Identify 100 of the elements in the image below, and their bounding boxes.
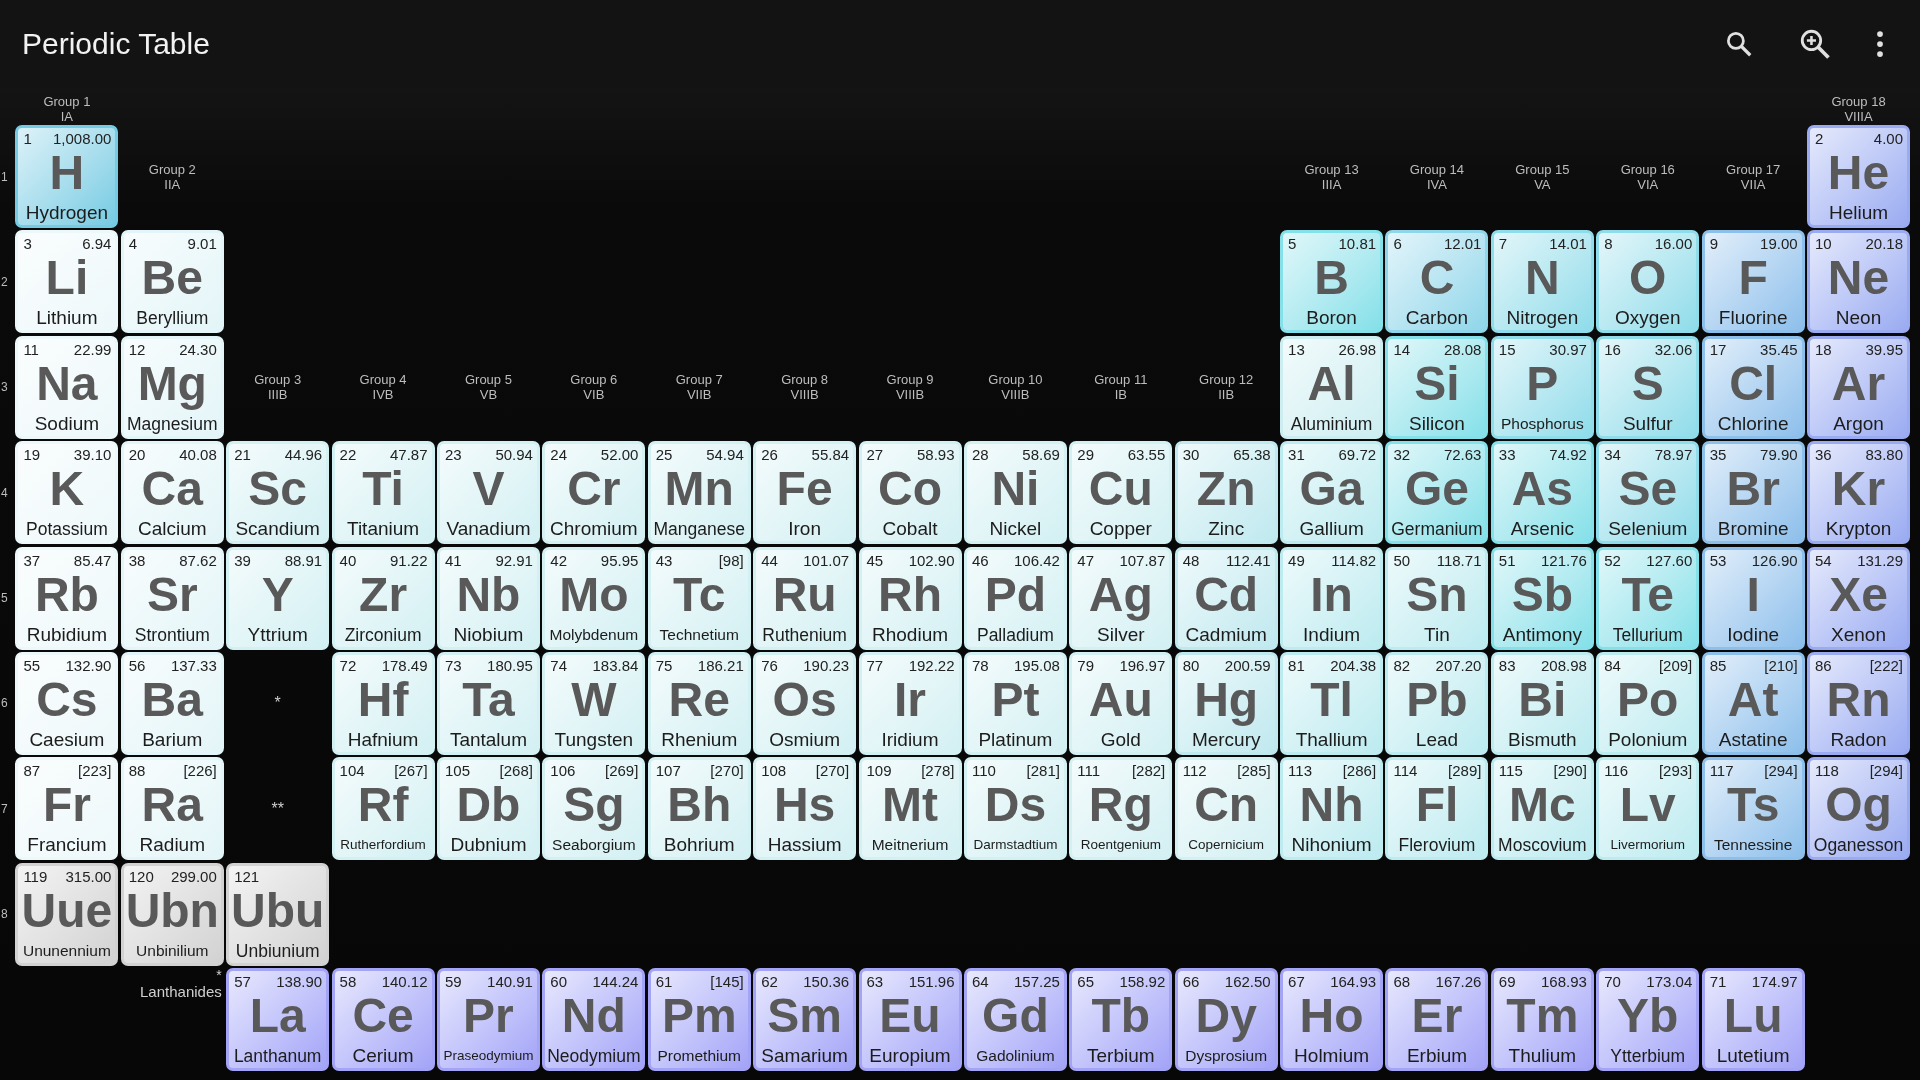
atomic-mass: 315.00: [65, 867, 112, 885]
element-symbol: Rg: [1088, 779, 1153, 832]
element-symbol: Br: [1726, 463, 1780, 516]
atomic-mass: 58.93: [916, 446, 955, 464]
element-name: Rutherfordium: [340, 836, 426, 855]
atomic-mass: 52.00: [600, 446, 639, 464]
element-symbol: Uue: [21, 884, 113, 937]
atomic-number: 20: [128, 446, 146, 464]
zoom-in-icon[interactable]: [1798, 27, 1832, 61]
group-label: Group 17: [1726, 161, 1781, 177]
element-name: Beryllium: [136, 307, 209, 331]
element-symbol: Bi: [1518, 673, 1567, 726]
element-symbol: Zn: [1196, 463, 1256, 516]
element-name: Nihonium: [1291, 834, 1372, 858]
element-symbol: Hg: [1194, 673, 1259, 726]
atomic-mass: 65.38: [1233, 446, 1271, 464]
atomic-number: 85: [1709, 656, 1727, 674]
atomic-number: 42: [550, 551, 568, 569]
atomic-mass: [270]: [710, 762, 744, 780]
atomic-mass: 131.29: [1857, 551, 1904, 569]
atomic-mass: 44.96: [284, 446, 323, 464]
atomic-number: 15: [1498, 340, 1516, 358]
atomic-mass: 190.23: [803, 656, 850, 674]
atomic-number: 9: [1709, 235, 1718, 253]
atomic-number: 23: [444, 446, 462, 464]
more-options-icon[interactable]: [1876, 29, 1884, 59]
element-name: Titanium: [347, 518, 420, 542]
atomic-number: 110: [971, 762, 996, 780]
atomic-mass: 91.22: [390, 551, 428, 569]
element-symbol: Na: [36, 357, 98, 410]
element-name: Zirconium: [344, 623, 422, 647]
atomic-mass: [222]: [1869, 656, 1904, 674]
atomic-mass: 204.38: [1330, 656, 1377, 674]
element-symbol: Ni: [991, 463, 1040, 516]
element-symbol: Si: [1414, 357, 1460, 410]
element-symbol: Se: [1618, 463, 1678, 516]
element-name: Oxygen: [1615, 307, 1681, 331]
element-symbol: Sc: [248, 463, 308, 516]
atomic-number: 86: [1815, 656, 1832, 674]
atomic-number: 59: [444, 973, 462, 991]
element-symbol: Db: [456, 779, 521, 832]
group-numeral: VIB: [583, 387, 605, 403]
atomic-number: 47: [1077, 551, 1094, 569]
atomic-number: 80: [1182, 656, 1200, 674]
atomic-number: 88: [128, 762, 146, 780]
atomic-number: 40: [339, 551, 357, 569]
element-symbol: Eu: [879, 990, 941, 1043]
atomic-mass: 39.10: [73, 446, 112, 464]
element-symbol: Yb: [1617, 990, 1679, 1043]
atomic-mass: [289]: [1448, 762, 1482, 780]
atomic-number: 32: [1393, 446, 1411, 464]
element-name: Darmstadtium: [973, 836, 1058, 855]
atomic-mass: 40.08: [179, 446, 217, 464]
element-symbol: Rf: [357, 779, 409, 832]
atomic-mass: [267]: [394, 762, 428, 780]
atomic-mass: 121.76: [1540, 551, 1587, 569]
atomic-mass: 192.22: [908, 656, 955, 674]
atomic-mass: 140.91: [487, 973, 533, 991]
group-numeral: VIA: [1637, 176, 1659, 192]
atomic-mass: [281]: [1026, 762, 1060, 780]
search-icon[interactable]: [1724, 29, 1754, 59]
atomic-mass: 55.84: [811, 446, 850, 464]
element-name: Bohrium: [663, 834, 735, 858]
element-name: Scandium: [235, 518, 320, 542]
element-name: Livermorium: [1610, 836, 1685, 855]
atomic-mass: 78.97: [1654, 446, 1693, 464]
element-symbol: Sr: [146, 568, 198, 621]
element-symbol: K: [49, 463, 85, 516]
period-number: 1: [0, 169, 8, 184]
element-symbol: Be: [141, 252, 203, 305]
element-symbol: Ds: [984, 779, 1047, 832]
atomic-number: 81: [1288, 656, 1305, 674]
element-name: Lutetium: [1716, 1045, 1790, 1069]
group-label: Group 3: [254, 372, 302, 388]
atomic-mass: [278]: [921, 762, 955, 780]
element-name: Rubidium: [26, 623, 107, 647]
period-number: 4: [0, 485, 8, 500]
element-symbol: Ga: [1299, 463, 1364, 516]
element-symbol: Te: [1621, 568, 1674, 621]
element-symbol: Nb: [456, 568, 521, 621]
element-symbol: Ba: [141, 673, 203, 726]
atomic-number: 48: [1182, 551, 1200, 569]
atomic-number: 18: [1815, 340, 1832, 358]
atomic-mass: 195.08: [1014, 656, 1060, 674]
atomic-number: 29: [1077, 446, 1094, 464]
element-symbol: Ag: [1088, 568, 1153, 621]
atomic-number: 33: [1498, 446, 1516, 464]
atomic-number: 66: [1182, 973, 1200, 991]
atomic-mass: [98]: [718, 551, 744, 569]
element-symbol: Bh: [667, 779, 732, 832]
group-numeral: IIB: [1218, 387, 1235, 403]
element-symbol: Xe: [1829, 568, 1888, 621]
atomic-mass: 102.90: [908, 551, 955, 569]
period-number: 5: [0, 591, 8, 606]
atomic-mass: 6.94: [82, 235, 112, 253]
series-marker: **: [271, 799, 284, 818]
element-name: Sodium: [34, 412, 100, 436]
atomic-mass: [226]: [183, 762, 217, 780]
element-symbol: Mg: [137, 357, 207, 410]
element-name: Manganese: [653, 518, 745, 542]
